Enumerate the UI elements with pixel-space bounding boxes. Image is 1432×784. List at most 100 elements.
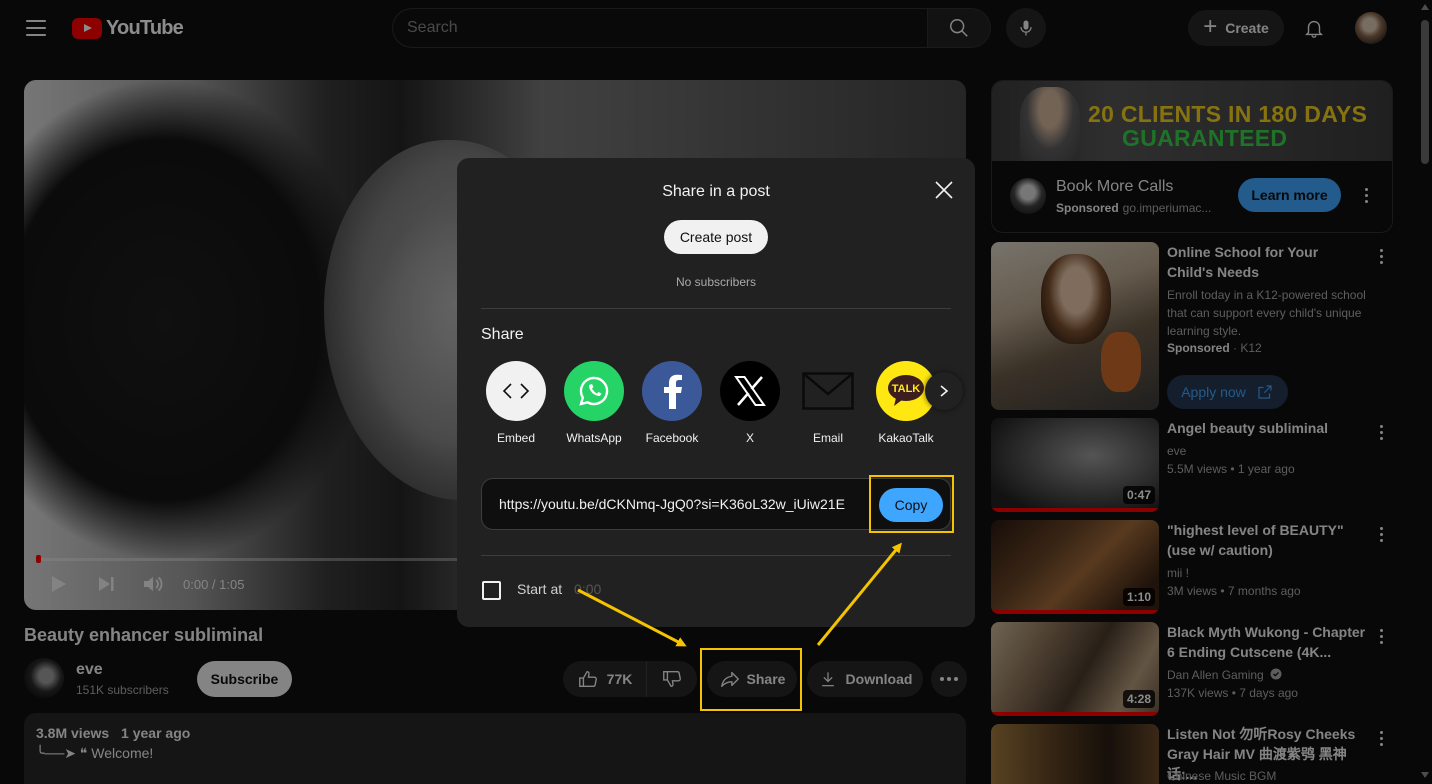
rec-menu-icon[interactable] [1371,624,1391,648]
volume-button[interactable] [140,572,164,596]
rec-title[interactable]: Online School for Your Child's Needs [1167,242,1367,282]
create-label: Create [1225,20,1269,36]
sidebar-video[interactable]: 1:10 "highest level of BEAUTY" (use w/ c… [991,520,1416,616]
share-heading: Share [481,326,524,343]
video-thumbnail[interactable]: 4:28 [991,622,1159,716]
page-scrollbar[interactable] [1418,0,1432,784]
divider [481,308,951,309]
upload-age: 1 year ago [121,725,191,741]
share-target-label: Email [812,431,843,445]
share-button[interactable]: Share [707,661,797,697]
start-at-checkbox[interactable] [482,581,501,600]
share-target-whatsapp[interactable]: WhatsApp [564,361,624,445]
next-targets-button[interactable] [925,372,963,410]
share-target-x[interactable]: X [720,361,780,445]
rec-title[interactable]: "highest level of BEAUTY" (use w/ cautio… [1167,520,1367,560]
ad-banner[interactable]: 20 CLIENTS IN 180 DAYS GUARANTEED [992,81,1392,161]
notifications-button[interactable] [1300,14,1328,42]
share-arrow-icon [720,671,739,688]
like-dislike-group: 77K [563,661,697,697]
more-actions-button[interactable] [931,661,967,697]
rec-age: 1 year ago [1237,462,1295,476]
description-text: ╰──➤ ❝ Welcome! [36,745,154,761]
description-box[interactable]: 3.8M views 1 year ago ╰──➤ ❝ Welcome! [24,713,966,784]
rec-menu-icon[interactable] [1371,726,1391,750]
video-thumbnail[interactable]: 0:47 [991,418,1159,512]
rec-title[interactable]: Angel beauty subliminal [1167,418,1367,438]
plus-icon: + [1203,13,1218,40]
rec-channel[interactable]: mii ! [1167,566,1189,580]
duration-badge: 4:28 [1122,690,1155,708]
sidebar-video[interactable]: Listen Not 勿听Rosy Cheeks Gray Hair MV 曲渡… [991,724,1416,784]
embed-icon [486,361,546,421]
apply-now-button[interactable]: Apply now [1167,375,1288,409]
rec-channel[interactable]: Chinese Music BGM [1167,769,1276,783]
next-button[interactable] [94,572,118,596]
share-target-email[interactable]: Email [798,361,858,445]
ad-headline: 20 CLIENTS IN 180 DAYS [1088,101,1368,127]
close-icon [935,181,953,199]
rec-channel[interactable]: Dan Allen Gaming [1167,668,1282,682]
close-button[interactable] [932,178,956,202]
create-post-button[interactable]: Create post [664,220,768,254]
account-avatar[interactable] [1355,12,1387,44]
video-thumbnail[interactable] [991,724,1159,784]
rec-views: 3M views [1167,584,1218,598]
progress-scrubber[interactable] [36,555,41,563]
external-link-icon [1258,385,1272,399]
ad-title[interactable]: Book More Calls [1056,178,1173,196]
watched-bar [991,610,1159,614]
share-target-label: KakaoTalk [878,431,934,445]
download-button[interactable]: Download [807,661,923,697]
like-button[interactable]: 77K [563,661,647,697]
copy-button[interactable]: Copy [879,488,943,522]
more-horizontal-icon [940,677,958,681]
youtube-logo[interactable]: YouTube [72,17,184,40]
email-icon [798,361,858,421]
share-target-kakaotalk[interactable]: TALK KakaoTalk [876,361,936,445]
rec-menu-icon[interactable] [1371,522,1391,546]
rec-age: 7 days ago [1239,686,1298,700]
share-target-facebook[interactable]: Facebook [642,361,702,445]
menu-icon[interactable] [24,16,48,40]
download-icon [821,672,834,687]
chevron-right-icon [940,385,949,397]
logo-text: YouTube [106,17,184,39]
sidebar-video[interactable]: 4:28 Black Myth Wukong - Chapter 6 Endin… [991,622,1416,718]
advertiser-name: K12 [1240,341,1262,355]
dislike-button[interactable] [647,661,697,697]
create-button[interactable]: + Create [1188,10,1284,46]
search-box [392,8,928,48]
share-url[interactable]: https://youtu.be/dCKNmq-JgQ0?si=K36oL32w… [499,496,845,512]
channel-name[interactable]: eve [76,661,103,679]
scroll-down-arrow-icon[interactable] [1421,772,1429,778]
rec-title[interactable]: Black Myth Wukong - Chapter 6 Ending Cut… [1167,622,1367,662]
video-thumbnail[interactable]: 1:10 [991,520,1159,614]
rec-menu-icon[interactable] [1371,244,1391,268]
scroll-up-arrow-icon[interactable] [1421,4,1429,10]
rec-menu-icon[interactable] [1371,420,1391,444]
scroll-thumb[interactable] [1421,20,1429,164]
ad-menu-icon[interactable] [1356,183,1376,207]
search-button[interactable] [927,8,991,48]
watched-bar [991,508,1159,512]
start-at-time[interactable]: 0:00 [574,581,601,597]
voice-search-button[interactable] [1006,8,1046,48]
like-count: 77K [606,671,633,687]
learn-more-button[interactable]: Learn more [1238,178,1341,212]
k12-fox-figure [1101,332,1141,392]
channel-avatar[interactable] [24,658,64,698]
ad-person-image [1020,87,1080,161]
sidebar-video[interactable]: 0:47 Angel beauty subliminal eve 5.5M vi… [991,418,1416,514]
subscribe-button[interactable]: Subscribe [197,661,292,697]
share-target-label: X [745,431,754,445]
share-target-embed[interactable]: Embed [486,361,546,445]
sidebar-ad-card[interactable]: 20 CLIENTS IN 180 DAYS GUARANTEED Book M… [991,80,1393,233]
k12-thumbnail[interactable] [991,242,1159,410]
sidebar-ad-k12[interactable]: Online School for Your Child's Needs Enr… [991,242,1416,412]
ad-headline-guaranteed: GUARANTEED [1122,125,1288,151]
play-button[interactable] [46,572,70,596]
rec-channel[interactable]: eve [1167,444,1186,458]
share-target-label: Facebook [645,431,699,445]
search-input[interactable] [393,19,928,37]
